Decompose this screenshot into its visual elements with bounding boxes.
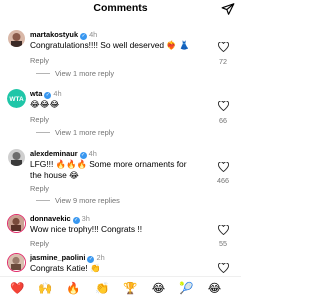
avatar[interactable]: WTA bbox=[7, 89, 26, 108]
avatar[interactable] bbox=[8, 30, 25, 47]
comment-username[interactable]: jasmine_paolini ✓ 2h bbox=[30, 253, 105, 263]
divider-line bbox=[36, 132, 50, 133]
like-count: 72 bbox=[219, 57, 227, 66]
page-title: Comments bbox=[93, 2, 148, 14]
comment-time: 4h bbox=[53, 89, 62, 98]
laughing-emoji-button[interactable]: 😂 bbox=[150, 282, 167, 297]
reply-button[interactable]: Reply bbox=[30, 56, 49, 65]
reply-button[interactable]: Reply bbox=[30, 115, 49, 124]
comment-username[interactable]: donnavekic ✓ 3h bbox=[30, 214, 90, 224]
clapping-hands-emoji-button[interactable]: 👏 bbox=[94, 282, 111, 297]
raised-hands-emoji-button[interactable]: 🙌 bbox=[37, 282, 54, 297]
comment-item: jasmine_paolini ✓ 2h Congrats Katie! 👏 bbox=[0, 253, 241, 276]
heart-icon[interactable] bbox=[218, 42, 229, 52]
like-count: 66 bbox=[219, 116, 227, 125]
view-replies-button[interactable]: View 1 more reply bbox=[36, 69, 114, 78]
comment-item: alexdeminaur ✓ 4h LFG!!! 🔥🔥🔥 Some more orn… bbox=[0, 149, 241, 209]
trophy-emoji-button[interactable]: 🏆 bbox=[122, 282, 139, 297]
emoji-reaction-bar: ❤️ 🙌 🔥 👏 🏆 😂 🎾 😂 bbox=[0, 276, 241, 300]
comment-time: 4h bbox=[89, 30, 98, 39]
heart-icon[interactable] bbox=[218, 225, 229, 235]
username-text[interactable]: alexdeminaur bbox=[30, 149, 78, 158]
username-text[interactable]: jasmine_paolini bbox=[30, 253, 85, 262]
comment-text: Congrats Katie! 👏 bbox=[30, 263, 101, 273]
send-icon[interactable] bbox=[221, 2, 235, 16]
comment-text: 😂😂😂 bbox=[30, 99, 60, 109]
verified-badge-icon: ✓ bbox=[79, 152, 87, 159]
tennis-ball-emoji-button[interactable]: 🎾 bbox=[178, 282, 195, 297]
comment-item: martakostyuk ✓ 4h Congratulations!!!! So w… bbox=[0, 30, 241, 80]
comment-text: LFG!!! 🔥🔥🔥 Some more ornaments for the h… bbox=[30, 159, 187, 180]
svg-text:WTA: WTA bbox=[9, 96, 24, 103]
red-heart-emoji-button[interactable]: ❤️ bbox=[9, 282, 26, 297]
laughing-emoji-button-2[interactable]: 😂 bbox=[206, 282, 223, 297]
divider-line bbox=[36, 73, 50, 74]
divider-line bbox=[36, 200, 50, 201]
view-replies-label: View 9 more replies bbox=[55, 196, 120, 205]
like-count: 55 bbox=[219, 239, 227, 248]
username-text[interactable]: donnavekic bbox=[30, 214, 71, 223]
reply-button[interactable]: Reply bbox=[30, 184, 49, 193]
comment-item: WTA wta ✓ 4h 😂😂😂 Reply View 1 more reply 6… bbox=[0, 89, 241, 139]
username-text[interactable]: wta bbox=[30, 89, 42, 98]
verified-badge-icon: ✓ bbox=[80, 33, 88, 40]
avatar[interactable] bbox=[8, 149, 25, 166]
comment-time: 2h bbox=[96, 253, 105, 262]
heart-icon[interactable] bbox=[218, 162, 229, 172]
fire-emoji-button[interactable]: 🔥 bbox=[65, 282, 82, 297]
avatar[interactable] bbox=[7, 253, 26, 272]
verified-badge-icon: ✓ bbox=[44, 92, 52, 99]
comment-item: donnavekic ✓ 3h Wow nice trophy!!! Congrat… bbox=[0, 214, 241, 252]
comment-text: Wow nice trophy!!! Congrats !! bbox=[30, 224, 143, 234]
view-replies-label: View 1 more reply bbox=[55, 128, 115, 137]
comment-username[interactable]: alexdeminaur ✓ 4h bbox=[30, 149, 97, 159]
heart-icon[interactable] bbox=[218, 101, 229, 111]
like-count: 466 bbox=[217, 176, 229, 185]
comment-username[interactable]: wta ✓ 4h bbox=[30, 89, 62, 99]
comment-username[interactable]: martakostyuk ✓ 4h bbox=[30, 30, 97, 40]
username-text[interactable]: martakostyuk bbox=[30, 30, 78, 39]
view-replies-label: View 1 more reply bbox=[55, 69, 115, 78]
comment-text: Congratulations!!!! So well deserved ❤️‍… bbox=[30, 40, 190, 50]
view-replies-button[interactable]: View 9 more replies bbox=[36, 196, 120, 205]
verified-badge-icon: ✓ bbox=[87, 256, 95, 263]
reply-button[interactable]: Reply bbox=[30, 239, 49, 248]
comment-time: 3h bbox=[81, 214, 90, 223]
comments-header: Comments bbox=[0, 0, 241, 18]
avatar[interactable] bbox=[7, 214, 26, 233]
view-replies-button[interactable]: View 1 more reply bbox=[36, 128, 114, 137]
heart-icon[interactable] bbox=[218, 263, 229, 273]
comment-time: 4h bbox=[88, 149, 97, 158]
verified-badge-icon: ✓ bbox=[72, 217, 80, 224]
